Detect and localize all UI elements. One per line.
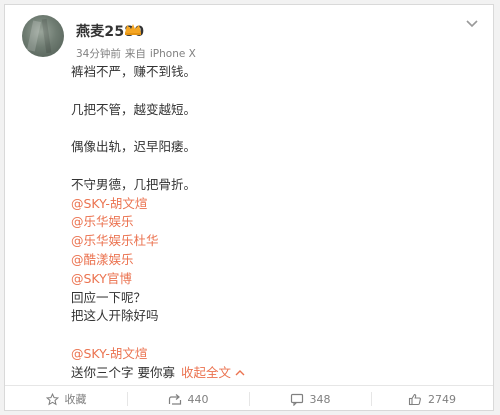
post-source: iPhone X (149, 48, 196, 60)
mention-link[interactable]: @SKY-胡文煊 (71, 195, 471, 214)
source-prefix: 来自 (124, 48, 146, 60)
collapse-full-text-link[interactable]: 收起全文 (181, 365, 245, 380)
thumbs-up-icon (408, 393, 421, 405)
content-line: 不守男德，几把骨折。 (71, 176, 197, 192)
comment-icon (290, 393, 303, 406)
mention-link[interactable]: @乐华娱乐 (71, 213, 471, 232)
favorite-button[interactable]: 收藏 (5, 386, 127, 412)
mention-link[interactable]: @酷漾娱乐 (71, 251, 471, 270)
mention-link[interactable]: @乐华娱乐杜华 (71, 232, 471, 251)
content-final-line: 送你三个字 要你寡 收起全文 (71, 364, 471, 383)
mention-link[interactable]: @SKY官博 (71, 270, 471, 289)
chevron-down-icon[interactable] (465, 19, 479, 29)
star-outline-icon (45, 392, 59, 405)
vip-crown-icon[interactable] (123, 22, 143, 36)
content-line: 回应一下呢？ (71, 289, 147, 305)
avatar[interactable] (22, 15, 64, 57)
weibo-post-card: 燕麦2580 34分钟前 来自 iPhone X 裤裆不严，赚不到钱。 几把不管，越… (4, 4, 494, 411)
post-time[interactable]: 34分钟前 (76, 48, 121, 60)
share-icon (168, 393, 181, 405)
comment-count: 348 (309, 392, 331, 406)
content-line: 偶像出轨，迟早阳痿。 (71, 139, 197, 155)
like-count: 2749 (428, 392, 456, 406)
comment-button[interactable]: 348 (249, 386, 371, 412)
repost-count: 440 (187, 392, 209, 406)
chevron-up-icon[interactable] (235, 369, 245, 377)
favorite-label: 收藏 (64, 393, 87, 406)
content-final-text: 送你三个字 要你寡 (71, 364, 175, 380)
repost-button[interactable]: 440 (127, 386, 249, 412)
mention-link[interactable]: @SKY-胡文煊 (71, 345, 471, 364)
post-content: 裤裆不严，赚不到钱。 几把不管，越变越短。 偶像出轨，迟早阳痿。 不守男德，几把… (71, 63, 471, 383)
like-button[interactable]: 2749 (371, 386, 493, 412)
content-line: 裤裆不严，赚不到钱。 (71, 64, 197, 79)
post-meta: 34分钟前 来自 iPhone X (76, 46, 200, 61)
collapse-label[interactable]: 收起全文 (181, 365, 231, 380)
action-bar: 收藏 440 348 2749 (5, 386, 493, 412)
content-line: 把这人开除好吗 (71, 308, 159, 324)
content-line: 几把不管，越变越短。 (71, 101, 197, 117)
